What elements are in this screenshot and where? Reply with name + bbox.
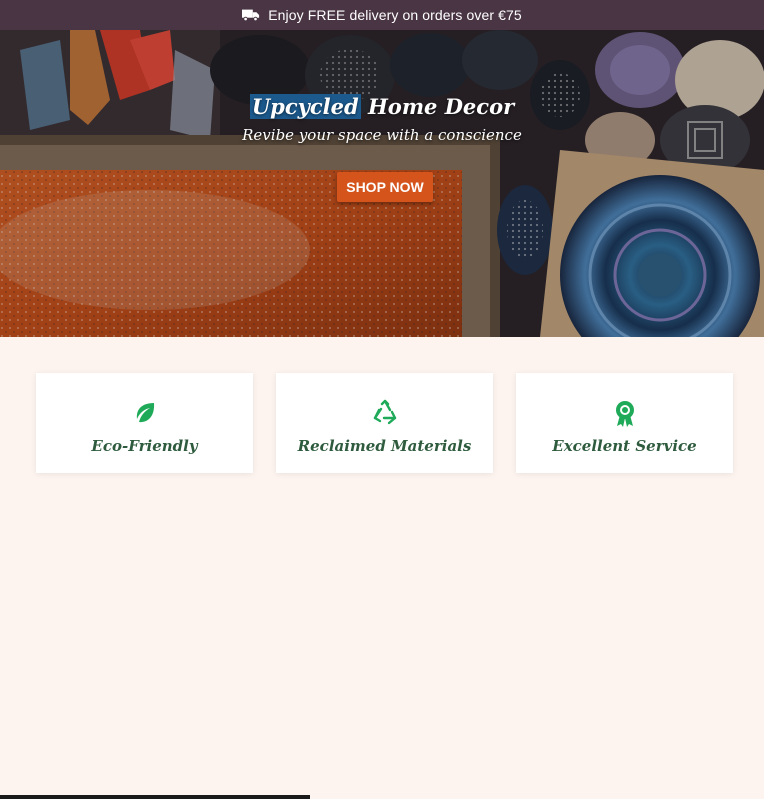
recycle-icon — [276, 399, 493, 427]
shop-now-button[interactable]: SHOP NOW — [337, 172, 433, 202]
feature-label: Excellent Service — [552, 437, 697, 455]
award-ribbon-icon — [516, 399, 733, 427]
announcement-bar: Enjoy FREE delivery on orders over €75 — [0, 0, 764, 31]
feature-label: Reclaimed Materials — [297, 437, 472, 455]
bottom-overlay-strip — [0, 795, 310, 799]
hero-banner: Upcycled Home Decor Revibe your space wi… — [0, 30, 764, 337]
feature-card-excellent-service: Excellent Service — [516, 373, 733, 473]
hero-title: Upcycled Home Decor — [0, 94, 764, 119]
announcement-text: Enjoy FREE delivery on orders over €75 — [268, 7, 522, 23]
hero-title-highlight: Upcycled — [249, 94, 361, 119]
leaf-icon — [36, 399, 253, 427]
truck-icon — [242, 8, 260, 22]
features-section: Eco-Friendly Reclaimed Materials Excelle… — [0, 337, 764, 799]
hero-subtitle: Revibe your space with a conscience — [242, 126, 522, 144]
feature-card-eco-friendly: Eco-Friendly — [36, 373, 253, 473]
feature-card-reclaimed-materials: Reclaimed Materials — [276, 373, 493, 473]
hero-title-rest: Home Decor — [360, 94, 515, 119]
feature-label: Eco-Friendly — [91, 437, 198, 455]
